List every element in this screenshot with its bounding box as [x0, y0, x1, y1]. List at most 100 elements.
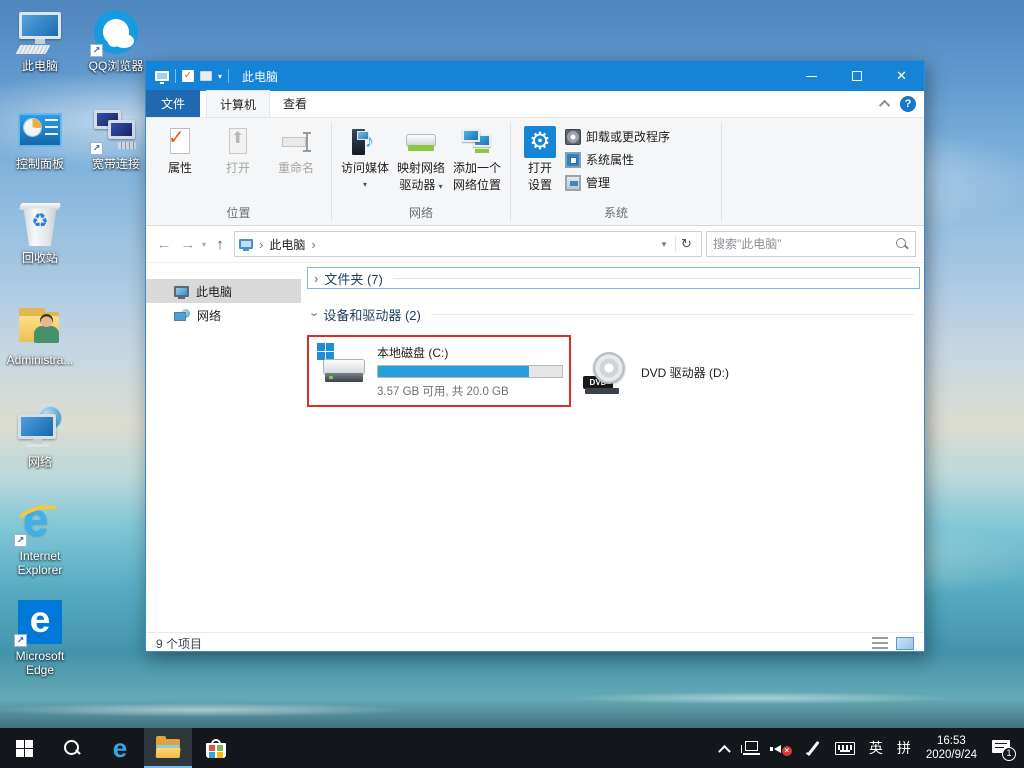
drive-d-name: DVD 驱动器 (D:): [641, 365, 729, 380]
tab-computer[interactable]: 计算机: [206, 90, 271, 117]
broadband-connection-icon: ↗: [90, 106, 140, 155]
properties-button[interactable]: ✓ 属性: [152, 124, 208, 175]
manage-button[interactable]: 管理: [565, 174, 670, 191]
desktop-icon-label: QQ浏览器: [88, 59, 144, 73]
touch-keyboard-icon: [834, 741, 855, 755]
taskbar-explorer-button[interactable]: [144, 728, 192, 768]
taskbar-search-button[interactable]: [48, 728, 96, 768]
ime-pinyin-button[interactable]: 拼: [890, 728, 918, 768]
search-box: [706, 231, 916, 257]
action-center-button[interactable]: 1: [985, 728, 1024, 768]
add-network-location-button[interactable]: 添加一个 网络位置: [450, 124, 504, 192]
drive-c-tile[interactable]: 本地磁盘 (C:) 3.57 GB 可用, 共 20.0 GB: [307, 335, 571, 407]
title-bar[interactable]: ✓ ▾ 此电脑 ✕: [146, 61, 924, 91]
desktop-icon-microsoft-edge[interactable]: e ↗ Microsoft Edge: [4, 598, 76, 677]
desktop-icon-recycle-bin[interactable]: ♻ 回收站: [4, 200, 76, 265]
group-header-devices[interactable]: › 设备和驱动器 (2): [307, 303, 920, 325]
open-icon: ⬆: [222, 126, 254, 158]
tray-overflow-button[interactable]: [713, 728, 736, 768]
tab-view[interactable]: 查看: [270, 90, 320, 117]
tray-touch-keyboard-button[interactable]: [828, 728, 862, 768]
desktop-icon-label: 网络: [27, 455, 52, 469]
search-icon: [63, 739, 81, 757]
window-icon: [155, 71, 169, 84]
desktop: 此电脑 ↗ QQ浏览器 控制面板 ↗ 宽带连接 ♻ 回收站 Administra…: [0, 0, 1024, 768]
nav-item-this-pc[interactable]: 此电脑: [146, 279, 301, 303]
thumbnail-view-icon[interactable]: [896, 637, 914, 650]
system-properties-icon: [565, 151, 581, 168]
group-label-location: 位置: [226, 206, 251, 220]
details-view-icon[interactable]: [872, 637, 888, 650]
address-dropdown-icon[interactable]: ▾: [655, 239, 673, 250]
control-panel-icon: [16, 106, 64, 154]
network-icon: [16, 404, 64, 452]
shortcut-arrow-icon: ↗: [14, 534, 27, 547]
nav-item-label: 网络: [197, 308, 222, 323]
drive-c-usage-bar: [377, 365, 563, 378]
windows-logo-icon: [15, 739, 33, 757]
pen-icon: [806, 741, 821, 756]
refresh-icon[interactable]: ↻: [675, 236, 697, 252]
desktop-icon-control-panel[interactable]: 控制面板: [4, 106, 76, 171]
new-folder-quick-icon[interactable]: [200, 71, 212, 81]
desktop-icon-qq-browser[interactable]: ↗ QQ浏览器: [80, 8, 152, 73]
minimize-button[interactable]: [789, 61, 834, 91]
rename-button[interactable]: 重命名: [268, 124, 324, 175]
network-status-icon: [740, 741, 760, 755]
file-explorer-icon: [155, 735, 181, 758]
close-button[interactable]: ✕: [879, 61, 924, 91]
file-list: › 文件夹 (7) › 设备和驱动器 (2) 本地磁盘 (C:) 3.57 GB…: [301, 263, 924, 632]
collapse-ribbon-icon[interactable]: [878, 99, 891, 112]
drive-c-name: 本地磁盘 (C:): [377, 346, 449, 360]
shortcut-arrow-icon: ↗: [90, 142, 103, 155]
add-location-icon: [461, 126, 493, 158]
tab-file[interactable]: 文件: [146, 90, 201, 117]
search-icon[interactable]: [895, 237, 909, 251]
system-properties-button[interactable]: 系统属性: [565, 151, 670, 168]
taskbar-edge-button[interactable]: e: [96, 728, 144, 768]
properties-quick-icon[interactable]: ✓: [182, 70, 194, 82]
tray-network-button[interactable]: [736, 728, 767, 768]
forward-icon[interactable]: →: [178, 236, 198, 253]
desktop-icon-label: Administra...: [6, 353, 74, 367]
map-network-drive-button[interactable]: 映射网络 驱动器 ▾: [394, 124, 448, 194]
group-header-label: 设备和驱动器 (2): [323, 307, 421, 323]
qat-dropdown-icon[interactable]: ▾: [218, 72, 222, 81]
desktop-icon-network[interactable]: 网络: [4, 404, 76, 469]
tray-pen-button[interactable]: [799, 728, 828, 768]
ribbon-group-network: ♪ 访问媒体 ▾ 映射网络 驱动器 ▾ 添加一个 网络位置 网络: [332, 118, 510, 225]
up-icon[interactable]: ↑: [210, 236, 230, 253]
map-drive-icon: [405, 126, 437, 158]
drive-d-tile[interactable]: DVD DVD 驱动器 (D:): [581, 335, 831, 407]
taskbar-clock[interactable]: 16:53 2020/9/24: [918, 728, 985, 768]
open-button[interactable]: ⬆ 打开: [210, 124, 266, 175]
desktop-icon-this-pc[interactable]: 此电脑: [4, 8, 76, 73]
breadcrumb-item[interactable]: 此电脑: [269, 236, 305, 253]
search-input[interactable]: [713, 237, 895, 251]
user-folder-icon: [16, 302, 64, 350]
nav-item-network[interactable]: 网络: [146, 303, 301, 327]
desktop-icon-broadband[interactable]: ↗ 宽带连接: [80, 106, 152, 171]
desktop-icon-internet-explorer[interactable]: e ↗ Internet Explorer: [4, 493, 76, 577]
back-icon[interactable]: ←: [154, 236, 174, 253]
tray-volume-button[interactable]: ×: [767, 728, 799, 768]
local-disk-icon: [317, 343, 367, 385]
ribbon-group-location: ✓ 属性 ⬆ 打开 重命名 位置: [146, 118, 331, 225]
help-icon[interactable]: ?: [900, 96, 916, 112]
group-header-folders[interactable]: › 文件夹 (7): [307, 267, 920, 289]
start-button[interactable]: [0, 728, 48, 768]
desktop-icon-admin-folder[interactable]: Administra...: [4, 302, 76, 367]
dropdown-arrow-icon: ▾: [362, 180, 367, 189]
shortcut-arrow-icon: ↗: [90, 44, 103, 57]
uninstall-button[interactable]: 卸载或更改程序: [565, 128, 670, 145]
chevron-right-icon[interactable]: ›: [314, 271, 318, 286]
open-settings-button[interactable]: ⚙ 打开 设置: [517, 124, 563, 192]
breadcrumb[interactable]: › 此电脑 › ▾ ↻: [234, 231, 702, 257]
history-dropdown-icon[interactable]: ▾: [202, 240, 206, 249]
taskbar-store-button[interactable]: [192, 728, 240, 768]
maximize-button[interactable]: [834, 61, 879, 91]
ime-language-button[interactable]: 英: [862, 728, 890, 768]
access-media-button[interactable]: ♪ 访问媒体 ▾: [338, 124, 392, 192]
chevron-down-icon[interactable]: ›: [308, 312, 323, 316]
drive-c-free-space: 3.57 GB 可用, 共 20.0 GB: [377, 386, 509, 398]
